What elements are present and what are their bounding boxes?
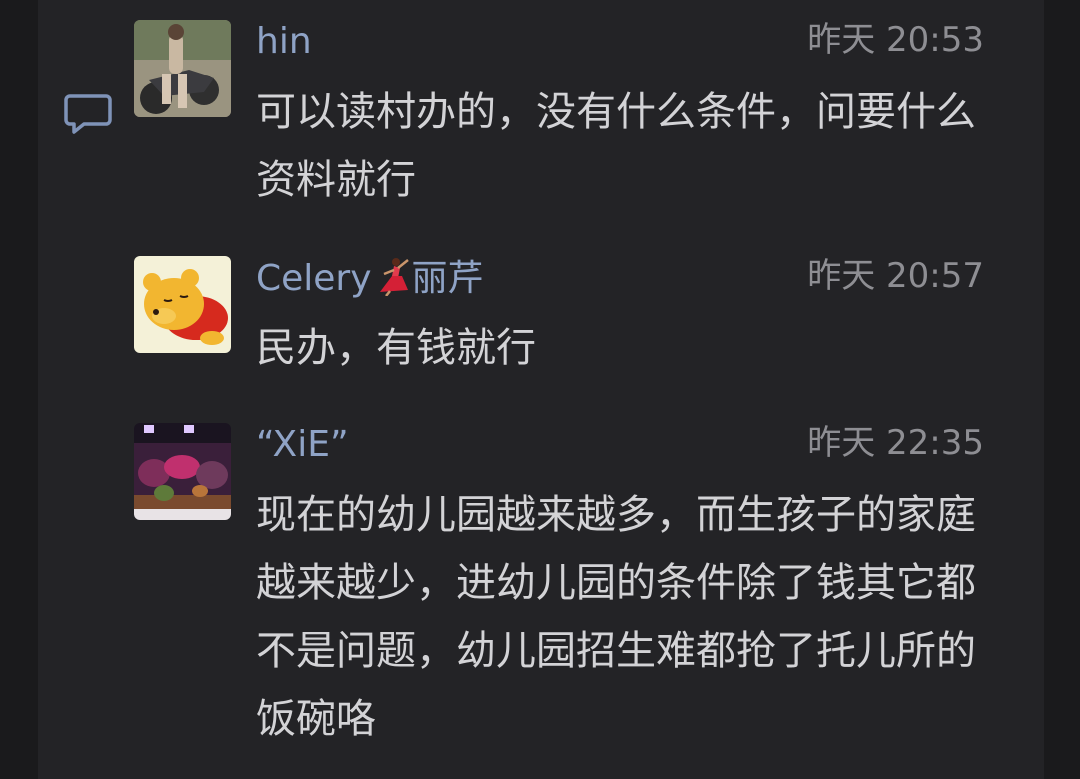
winnie-the-pooh-avatar <box>134 256 231 353</box>
author-name[interactable]: hin <box>256 20 312 64</box>
comment-item[interactable]: hin 昨天 20:53 可以读村办的，没有什么条件，问要什么资料就行 <box>134 20 994 220</box>
avatar[interactable] <box>134 256 231 353</box>
timestamp: 昨天 20:53 <box>807 20 984 60</box>
author-name[interactable]: Celery 丽芹 <box>256 256 484 301</box>
timestamp: 昨天 20:57 <box>807 256 984 296</box>
dancer-emoji-icon <box>379 258 409 296</box>
comment-bubble-icon[interactable] <box>64 92 112 136</box>
author-name-prefix: Celery <box>256 258 372 299</box>
comment-item[interactable]: Celery 丽芹 昨天 20:57 民办，有钱就行 <box>134 256 994 386</box>
author-name[interactable]: “XiE” <box>256 423 349 467</box>
screen: hin 昨天 20:53 可以读村办的，没有什么条件，问要什么资料就行 Cele… <box>0 0 1080 779</box>
comment-text: 现在的幼儿园越来越多，而生孩子的家庭越来越少，进幼儿园的条件除了钱其它都不是问题… <box>256 492 976 742</box>
aquarium-photo-avatar <box>134 423 231 520</box>
comment-text: 民办，有钱就行 <box>256 325 536 371</box>
motorcycle-photo-avatar <box>134 20 231 117</box>
comment-text: 可以读村办的，没有什么条件，问要什么资料就行 <box>256 89 976 203</box>
avatar[interactable] <box>134 423 231 520</box>
author-name-suffix: 丽芹 <box>411 258 484 299</box>
comment-item[interactable]: “XiE” 昨天 22:35 现在的幼儿园越来越多，而生孩子的家庭越来越少，进幼… <box>134 423 994 763</box>
timestamp: 昨天 22:35 <box>807 423 984 463</box>
avatar[interactable] <box>134 20 231 117</box>
